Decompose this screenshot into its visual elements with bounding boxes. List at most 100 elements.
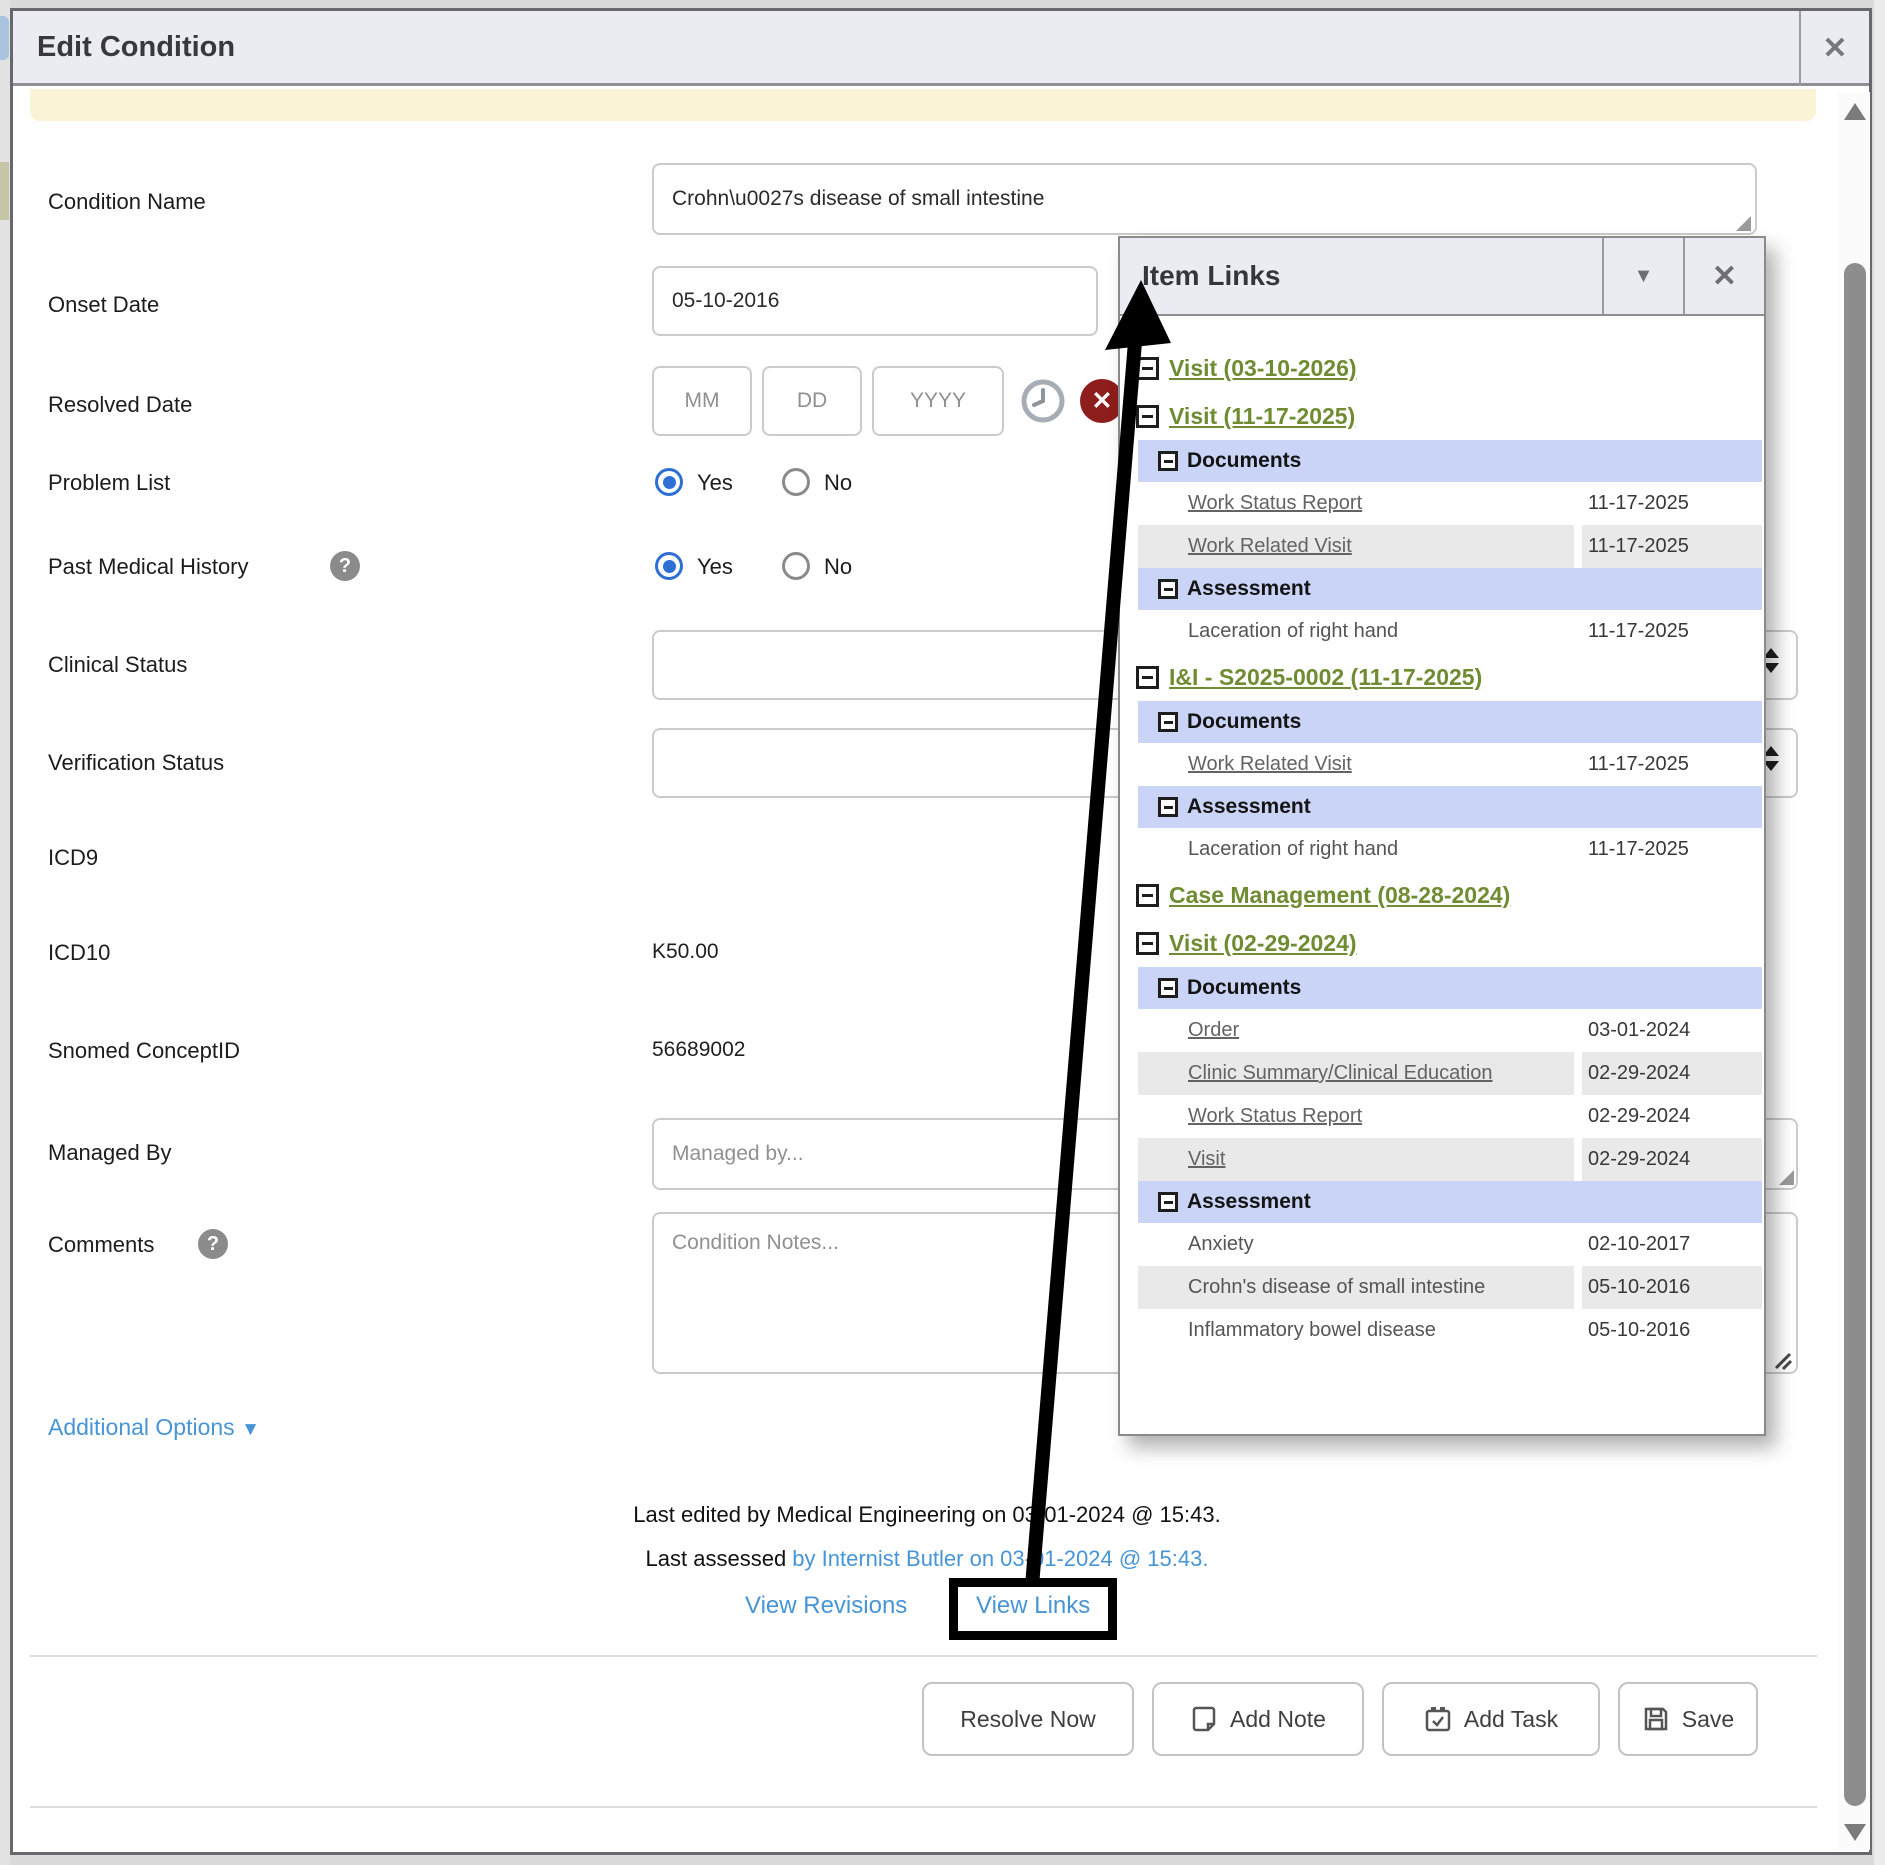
document-link[interactable]: Work Status Report bbox=[1138, 482, 1574, 525]
background-page-left bbox=[0, 0, 10, 1865]
close-icon[interactable]: ✕ bbox=[1801, 11, 1869, 86]
close-panel-icon[interactable]: ✕ bbox=[1683, 238, 1764, 314]
resolve-now-label: Resolve Now bbox=[960, 1706, 1096, 1733]
item-date: 03-01-2024 bbox=[1582, 1009, 1762, 1052]
item-date: 11-17-2025 bbox=[1582, 482, 1762, 525]
tree-item-row[interactable]: Crohn's disease of small intestine 05-10… bbox=[1138, 1266, 1762, 1309]
background-page-right bbox=[1874, 0, 1885, 1865]
problem-list-no-radio[interactable] bbox=[782, 468, 810, 496]
tree-root-node[interactable]: I&I - S2025-0002 (11-17-2025) bbox=[1120, 653, 1764, 701]
collapse-node-icon[interactable] bbox=[1136, 932, 1159, 955]
tree-root-node[interactable]: Case Management (08-28-2024) bbox=[1120, 871, 1764, 919]
resolved-month-input[interactable] bbox=[652, 366, 752, 436]
visit-link[interactable]: Visit (02-29-2024) bbox=[1169, 930, 1357, 957]
resize-grip-icon[interactable] bbox=[1779, 1170, 1794, 1185]
tree-item-row[interactable]: Work Status Report 02-29-2024 bbox=[1138, 1095, 1762, 1138]
tree-item-row[interactable]: Work Status Report 11-17-2025 bbox=[1138, 482, 1762, 525]
add-task-label: Add Task bbox=[1464, 1706, 1558, 1733]
document-link[interactable]: Work Related Visit bbox=[1138, 743, 1574, 786]
resolved-year-input[interactable] bbox=[872, 366, 1004, 436]
alert-banner-partial bbox=[30, 89, 1816, 121]
tree-root-node[interactable]: Visit (11-17-2025) bbox=[1120, 392, 1764, 440]
last-assessed-link[interactable]: by Internist Butler on 03-01-2024 @ 15:4… bbox=[792, 1546, 1202, 1571]
tree-item-row[interactable]: Work Related Visit 11-17-2025 bbox=[1138, 743, 1762, 786]
collapse-panel-icon[interactable]: ▼ bbox=[1602, 238, 1683, 314]
problem-list-no-label: No bbox=[824, 470, 852, 496]
problem-list-yes-radio[interactable] bbox=[655, 468, 683, 496]
resize-grip-icon[interactable] bbox=[1770, 1348, 1794, 1372]
collapse-category-icon[interactable] bbox=[1158, 1192, 1178, 1212]
tree-item-row[interactable]: Clinic Summary/Clinical Education 02-29-… bbox=[1138, 1052, 1762, 1095]
collapse-node-icon[interactable] bbox=[1136, 405, 1159, 428]
managed-by-label: Managed By bbox=[48, 1140, 172, 1166]
tree-root-node[interactable]: Visit (03-10-2026) bbox=[1120, 344, 1764, 392]
tree-item-row[interactable]: Order 03-01-2024 bbox=[1138, 1009, 1762, 1052]
pmh-no-radio[interactable] bbox=[782, 552, 810, 580]
collapse-node-icon[interactable] bbox=[1136, 666, 1159, 689]
scrollbar-thumb[interactable] bbox=[1844, 263, 1866, 1806]
tree-category-row[interactable]: Documents bbox=[1138, 701, 1762, 743]
document-link[interactable]: Order bbox=[1138, 1009, 1574, 1052]
bottom-divider bbox=[30, 1806, 1817, 1808]
visit-link[interactable]: Visit (03-10-2026) bbox=[1169, 355, 1357, 382]
help-icon[interactable]: ? bbox=[198, 1229, 228, 1259]
collapse-category-icon[interactable] bbox=[1158, 978, 1178, 998]
item-date: 11-17-2025 bbox=[1582, 743, 1762, 786]
tree-item-row[interactable]: Laceration of right hand 11-17-2025 bbox=[1138, 610, 1762, 653]
document-link[interactable]: Visit bbox=[1138, 1138, 1574, 1181]
icd10-label: ICD10 bbox=[48, 940, 110, 966]
collapse-category-icon[interactable] bbox=[1158, 797, 1178, 817]
item-date: 02-29-2024 bbox=[1582, 1138, 1762, 1181]
item-date: 02-10-2017 bbox=[1582, 1223, 1762, 1266]
item-links-panel: Item Links ▼ ✕ Visit (03-10-2026) Visit … bbox=[1118, 236, 1766, 1436]
condition-name-label: Condition Name bbox=[48, 189, 206, 215]
collapse-node-icon[interactable] bbox=[1136, 884, 1159, 907]
collapse-node-icon[interactable] bbox=[1136, 357, 1159, 380]
tree-category-row[interactable]: Documents bbox=[1138, 967, 1762, 1009]
injury-illness-link[interactable]: I&I - S2025-0002 (11-17-2025) bbox=[1169, 664, 1482, 691]
scroll-down-icon[interactable] bbox=[1844, 1824, 1866, 1841]
document-link[interactable]: Work Related Visit bbox=[1138, 525, 1574, 568]
tree-item-row[interactable]: Inflammatory bowel disease 05-10-2016 bbox=[1138, 1309, 1762, 1352]
item-date: 11-17-2025 bbox=[1582, 610, 1762, 653]
item-date: 02-29-2024 bbox=[1582, 1052, 1762, 1095]
case-management-link[interactable]: Case Management (08-28-2024) bbox=[1169, 882, 1510, 909]
collapse-category-icon[interactable] bbox=[1158, 579, 1178, 599]
tree-root-node[interactable]: Visit (02-29-2024) bbox=[1120, 919, 1764, 967]
resolve-now-button[interactable]: Resolve Now bbox=[922, 1682, 1134, 1756]
last-assessed-suffix: . bbox=[1202, 1546, 1208, 1571]
add-note-button[interactable]: Add Note bbox=[1152, 1682, 1364, 1756]
onset-date-input[interactable] bbox=[652, 266, 1098, 336]
save-button[interactable]: Save bbox=[1618, 1682, 1758, 1756]
tree-item-row[interactable]: Work Related Visit 11-17-2025 bbox=[1138, 525, 1762, 568]
tree-category-row[interactable]: Assessment bbox=[1138, 786, 1762, 828]
last-assessed-text: Last assessed by Internist Butler on 03-… bbox=[12, 1546, 1842, 1572]
tree-category-row[interactable]: Documents bbox=[1138, 440, 1762, 482]
item-links-header[interactable]: Item Links ▼ ✕ bbox=[1120, 238, 1764, 316]
tree-category-row[interactable]: Assessment bbox=[1138, 1181, 1762, 1223]
resolved-day-input[interactable] bbox=[762, 366, 862, 436]
category-label: Documents bbox=[1187, 976, 1301, 1000]
tree-item-row[interactable]: Visit 02-29-2024 bbox=[1138, 1138, 1762, 1181]
save-label: Save bbox=[1682, 1706, 1734, 1733]
view-revisions-link[interactable]: View Revisions bbox=[745, 1592, 907, 1620]
collapse-category-icon[interactable] bbox=[1158, 712, 1178, 732]
add-task-button[interactable]: Add Task bbox=[1382, 1682, 1600, 1756]
clock-icon[interactable] bbox=[1020, 378, 1066, 424]
scroll-up-icon[interactable] bbox=[1844, 103, 1866, 120]
clinical-status-label: Clinical Status bbox=[48, 652, 187, 678]
pmh-yes-radio[interactable] bbox=[655, 552, 683, 580]
collapse-category-icon[interactable] bbox=[1158, 451, 1178, 471]
item-links-title: Item Links bbox=[1120, 238, 1602, 314]
condition-name-input[interactable] bbox=[652, 163, 1757, 235]
tree-item-row[interactable]: Anxiety 02-10-2017 bbox=[1138, 1223, 1762, 1266]
tree-item-row[interactable]: Laceration of right hand 11-17-2025 bbox=[1138, 828, 1762, 871]
resolved-date-label: Resolved Date bbox=[48, 392, 192, 418]
resize-grip-icon[interactable] bbox=[1736, 216, 1751, 231]
tree-category-row[interactable]: Assessment bbox=[1138, 568, 1762, 610]
document-link[interactable]: Clinic Summary/Clinical Education bbox=[1138, 1052, 1574, 1095]
additional-options-link[interactable]: Additional Options ▼ bbox=[48, 1414, 260, 1441]
document-link[interactable]: Work Status Report bbox=[1138, 1095, 1574, 1138]
visit-link[interactable]: Visit (11-17-2025) bbox=[1169, 403, 1355, 430]
help-icon[interactable]: ? bbox=[330, 551, 360, 581]
